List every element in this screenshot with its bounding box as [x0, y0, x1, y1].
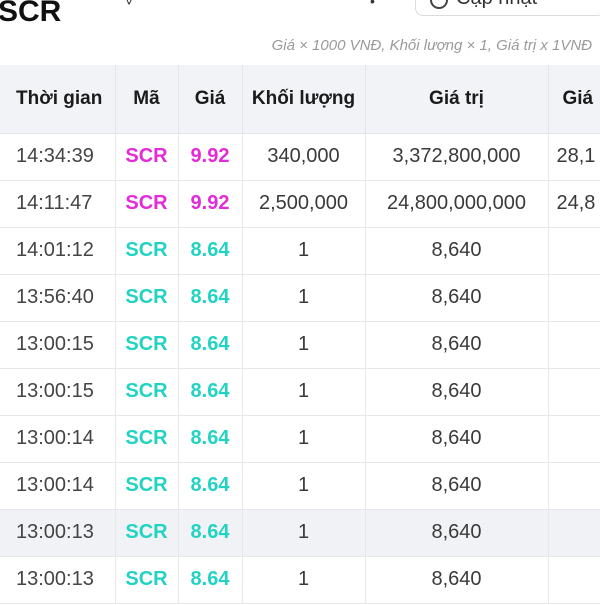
cell-time: 13:00:13	[0, 509, 116, 557]
cell-extra: 28,1	[548, 133, 600, 181]
cell-volume: 340,000	[242, 133, 366, 181]
cell-time: 14:01:12	[0, 227, 116, 275]
cell-value: 8,640	[365, 321, 549, 369]
column-header-avg-price[interactable]: Giá	[548, 65, 600, 134]
cell-price: 8.64	[178, 274, 243, 322]
table-row[interactable]: 14:34:39 SCR 9.92 340,000 3,372,800,000 28,1	[0, 133, 600, 181]
cell-value: 8,640	[365, 368, 549, 416]
table-row[interactable]: 13:56:40 SCR 8.64 1 8,640	[0, 274, 600, 322]
cell-price: 9.92	[178, 180, 243, 228]
cell-time: 13:00:14	[0, 415, 116, 463]
column-header-volume[interactable]: Khối lượng	[242, 65, 366, 134]
table-row[interactable]: 13:00:15 SCR 8.64 1 8,640	[0, 368, 600, 416]
cell-code: SCR	[115, 368, 179, 416]
cell-volume: 1	[242, 462, 366, 510]
cell-price: 8.64	[178, 415, 243, 463]
table-header-row: Thời gian Mã Giá Khối lượng Giá trị Giá	[0, 65, 600, 134]
cell-price: 8.64	[178, 321, 243, 369]
cell-code: SCR	[115, 227, 179, 275]
cell-volume: 1	[242, 556, 366, 604]
table-row[interactable]: 14:11:47 SCR 9.92 2,500,000 24,800,000,000 24…	[0, 180, 600, 228]
cell-value: 8,640	[365, 227, 549, 275]
cell-value: 8,640	[365, 462, 549, 510]
cell-price: 8.64	[178, 227, 243, 275]
cell-value: 8,640	[365, 509, 549, 557]
cell-time: 14:11:47	[0, 180, 116, 228]
table-row[interactable]: 13:00:14 SCR 8.64 1 8,640	[0, 462, 600, 510]
cell-code: SCR	[115, 321, 179, 369]
cell-code: SCR	[115, 180, 179, 228]
cell-value: 8,640	[365, 415, 549, 463]
cell-code: SCR	[115, 556, 179, 604]
cell-time: 13:00:14	[0, 462, 116, 510]
trades-table: Thời gian Mã Giá Khối lượng Giá trị Giá …	[0, 65, 600, 604]
cell-time: 13:56:40	[0, 274, 116, 322]
cell-price: 8.64	[178, 556, 243, 604]
cell-volume: 1	[242, 274, 366, 322]
table-row[interactable]: 14:01:12 SCR 8.64 1 8,640	[0, 227, 600, 275]
header-mark: ˅	[125, 0, 134, 9]
cell-volume: 1	[242, 227, 366, 275]
cell-extra	[548, 415, 600, 463]
cell-extra	[548, 274, 600, 322]
cell-volume: 1	[242, 509, 366, 557]
cell-price: 9.92	[178, 133, 243, 181]
trades-table-container[interactable]: Thời gian Mã Giá Khối lượng Giá trị Giá …	[0, 65, 600, 605]
refresh-icon	[430, 0, 448, 9]
header-mark: •	[370, 0, 375, 9]
cell-price: 8.64	[178, 368, 243, 416]
cell-code: SCR	[115, 133, 179, 181]
cell-code: SCR	[115, 509, 179, 557]
cell-volume: 1	[242, 415, 366, 463]
cell-code: SCR	[115, 462, 179, 510]
update-button-label: Cập nhật	[456, 0, 537, 10]
cell-time: 14:34:39	[0, 133, 116, 181]
cell-extra	[548, 556, 600, 604]
cell-volume: 1	[242, 321, 366, 369]
column-header-value[interactable]: Giá trị	[365, 65, 549, 134]
cell-price: 8.64	[178, 509, 243, 557]
cell-price: 8.64	[178, 462, 243, 510]
page-title: SCR	[0, 0, 62, 28]
table-row[interactable]: 13:00:13 SCR 8.64 1 8,640	[0, 509, 600, 557]
cell-time: 13:00:13	[0, 556, 116, 604]
cell-extra	[548, 227, 600, 275]
cell-value: 24,800,000,000	[365, 180, 549, 228]
table-body: 14:34:39 SCR 9.92 340,000 3,372,800,000 28,1 1…	[0, 133, 600, 604]
cell-extra: 24,8	[548, 180, 600, 228]
cell-time: 13:00:15	[0, 368, 116, 416]
table-row[interactable]: 13:00:14 SCR 8.64 1 8,640	[0, 415, 600, 463]
cell-extra	[548, 368, 600, 416]
column-header-code[interactable]: Mã	[115, 65, 179, 134]
cell-volume: 2,500,000	[242, 180, 366, 228]
cell-extra	[548, 509, 600, 557]
column-header-time[interactable]: Thời gian	[0, 65, 116, 134]
table-row[interactable]: 13:00:15 SCR 8.64 1 8,640	[0, 321, 600, 369]
cell-value: 3,372,800,000	[365, 133, 549, 181]
table-row[interactable]: 13:00:13 SCR 8.64 1 8,640	[0, 556, 600, 604]
cell-extra	[548, 321, 600, 369]
cell-time: 13:00:15	[0, 321, 116, 369]
unit-note: Giá × 1000 VNĐ, Khối lượng × 1, Giá trị …	[271, 37, 592, 54]
cell-code: SCR	[115, 274, 179, 322]
cell-volume: 1	[242, 368, 366, 416]
cell-value: 8,640	[365, 556, 549, 604]
update-button[interactable]: Cập nhật	[415, 0, 600, 16]
cell-code: SCR	[115, 415, 179, 463]
cell-extra	[548, 462, 600, 510]
cell-value: 8,640	[365, 274, 549, 322]
column-header-price[interactable]: Giá	[178, 65, 243, 134]
